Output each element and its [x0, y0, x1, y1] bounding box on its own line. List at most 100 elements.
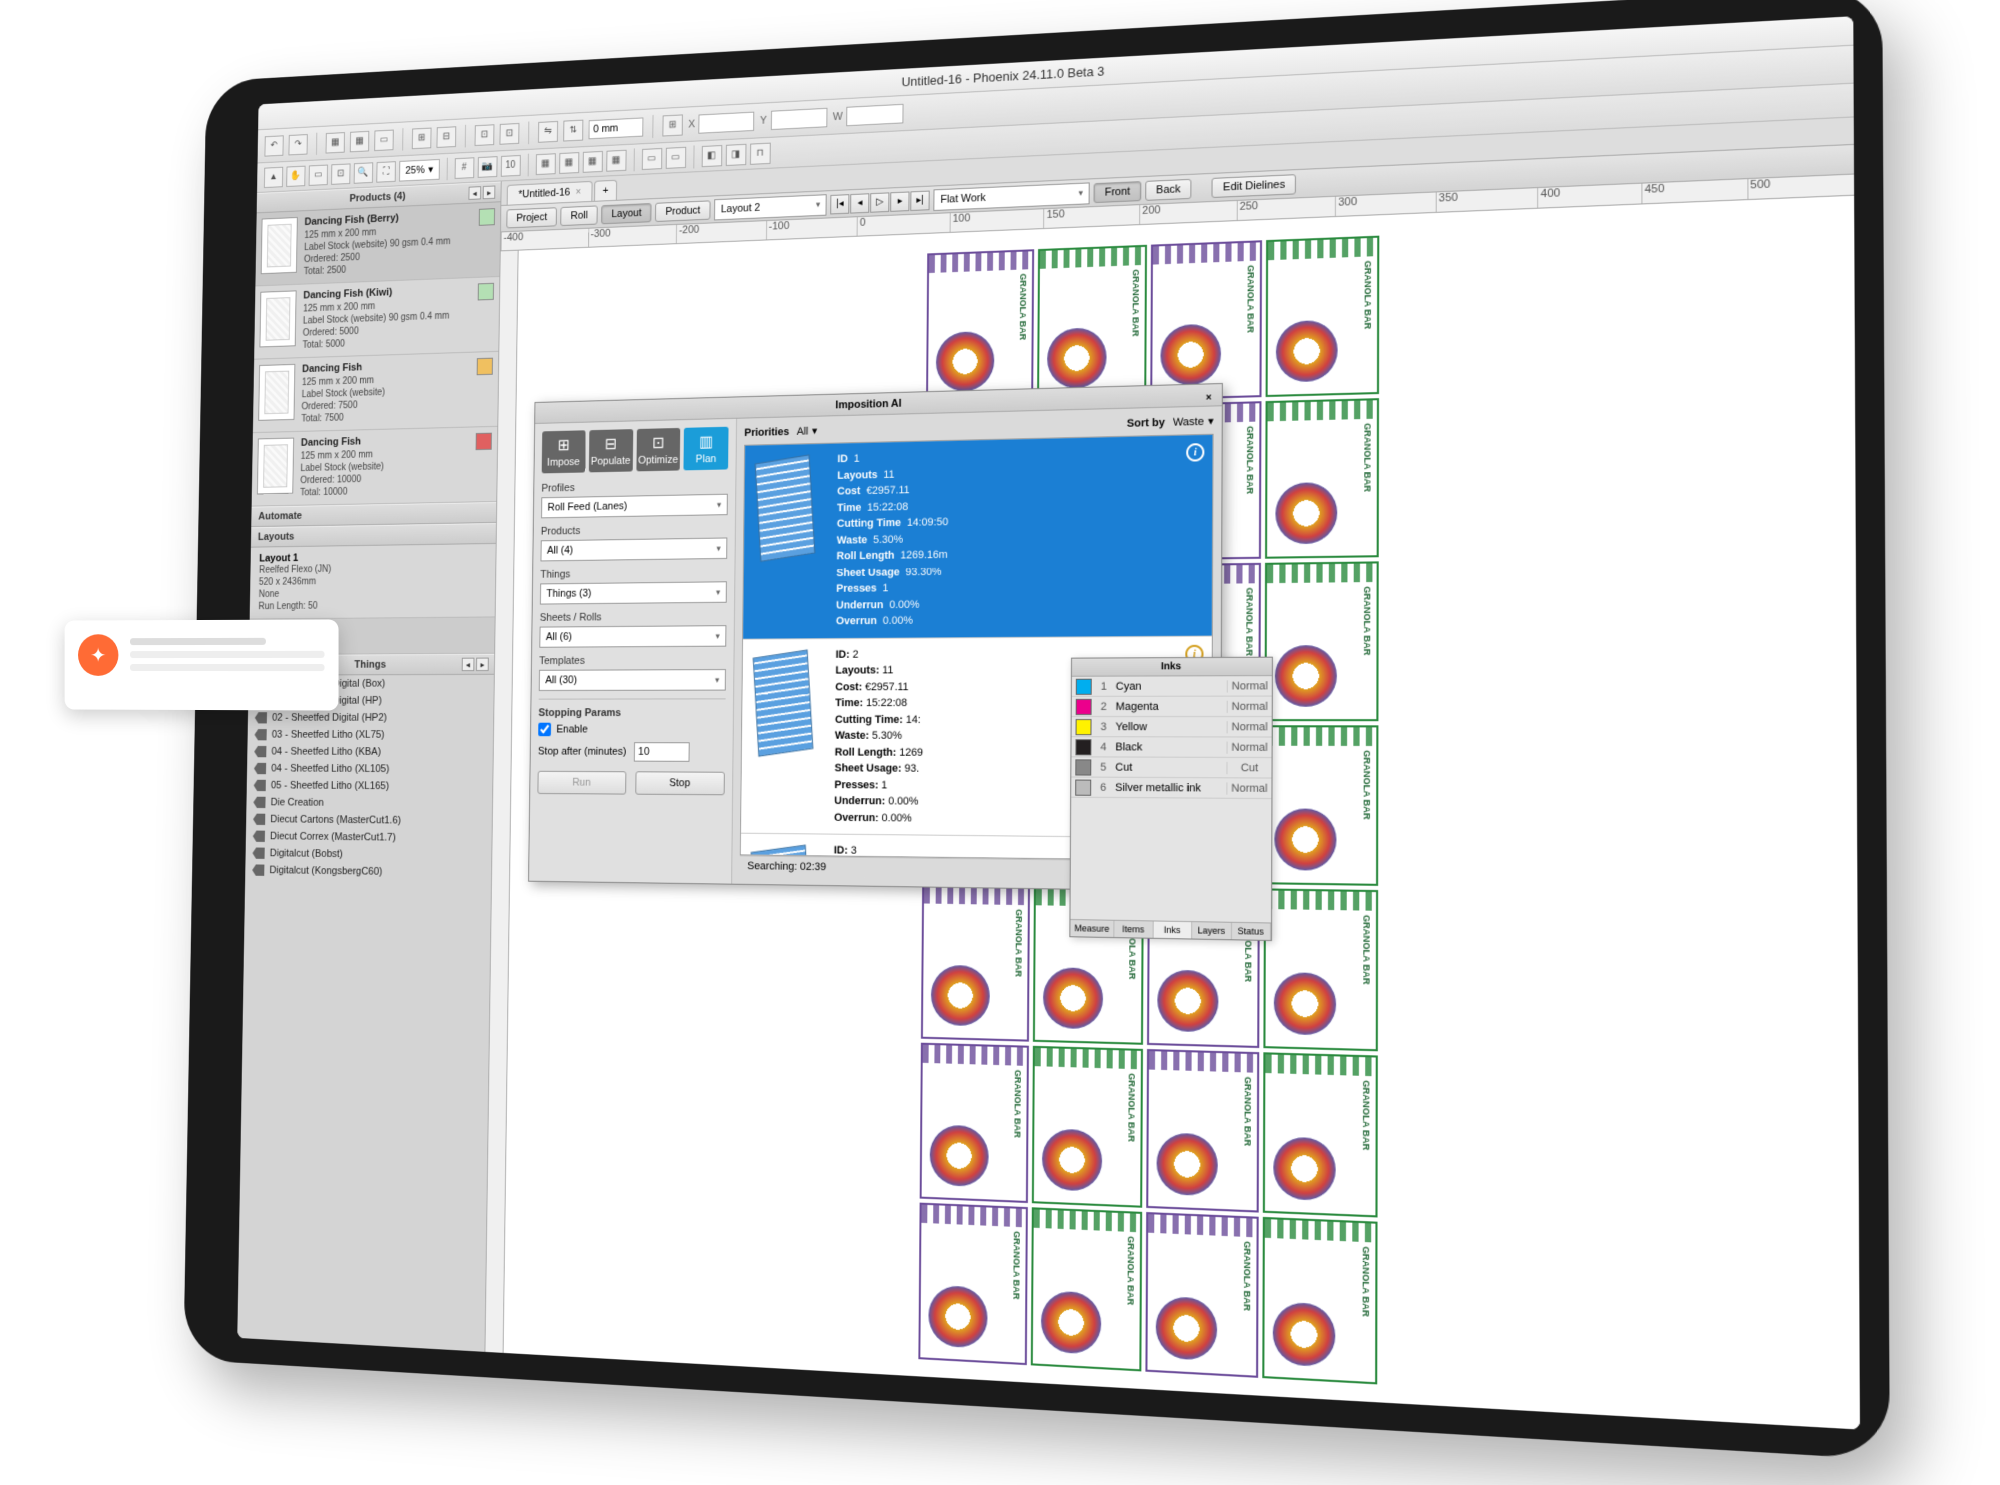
misc-icon[interactable]: ◧ — [701, 145, 722, 167]
product-button[interactable]: Product — [655, 200, 710, 222]
sortby-select[interactable]: Waste ▾ — [1173, 415, 1214, 429]
zoom-icon[interactable]: 🔍 — [354, 162, 373, 183]
layout-item[interactable]: Layout 1 Reelfed Flexo (JN) 520 x 2436mm… — [250, 544, 496, 620]
imposed-label[interactable] — [1262, 1217, 1377, 1385]
run-button[interactable]: Run — [537, 771, 625, 795]
imposed-label[interactable] — [1263, 888, 1378, 1051]
back-button[interactable]: Back — [1145, 178, 1192, 200]
snap-icon[interactable]: ⊡ — [475, 124, 495, 146]
tiles-icon[interactable]: ▦ — [582, 150, 602, 172]
imposed-label[interactable] — [921, 883, 1030, 1041]
sheets-select[interactable]: All (6) — [539, 625, 726, 648]
inks-tab-items[interactable]: Items — [1114, 921, 1153, 938]
x-input[interactable] — [699, 111, 755, 133]
imposed-label[interactable] — [1146, 1049, 1259, 1213]
product-card[interactable]: Dancing Fish (Kiwi) 125 mm x 200 mm Labe… — [254, 277, 499, 360]
optimize-mode-button[interactable]: ⊡Optimize — [636, 428, 681, 471]
imposed-label[interactable] — [1032, 1046, 1143, 1208]
panel-next-icon[interactable]: ▸ — [483, 185, 496, 199]
misc-icon[interactable]: ⊓ — [750, 142, 771, 164]
product-card[interactable]: Dancing Fish 125 mm x 200 mm Label Stock… — [253, 352, 499, 433]
imposed-label[interactable] — [1264, 725, 1378, 886]
ink-row[interactable]: 1 Cyan Normal — [1072, 676, 1272, 697]
products-select[interactable]: All (4) — [541, 537, 728, 561]
grid-tool-icon[interactable]: ▦ — [350, 130, 369, 151]
edit-dielines-button[interactable]: Edit Dielines — [1212, 174, 1297, 198]
ink-row[interactable]: 3 Yellow Normal — [1072, 717, 1272, 738]
imposed-label[interactable] — [1150, 240, 1262, 400]
thing-item[interactable]: 04 - Sheetfed Litho (XL105) — [247, 760, 493, 778]
result-item[interactable]: ID 1 Layouts 11 Cost €2957.11 Time 15:22… — [743, 435, 1212, 639]
snap-icon[interactable]: ⊡ — [500, 123, 520, 145]
first-icon[interactable]: |◂ — [830, 194, 849, 214]
notification-toast[interactable]: ✦ — [65, 619, 339, 710]
inks-tab-measure[interactable]: Measure — [1070, 920, 1114, 937]
things-select[interactable]: Things (3) — [540, 581, 727, 604]
plan-mode-button[interactable]: ▥Plan — [684, 427, 729, 471]
grid-icon[interactable]: ⊞ — [662, 114, 682, 136]
stop-after-input[interactable] — [633, 742, 689, 762]
imposed-label[interactable] — [1265, 398, 1379, 559]
close-tab-icon[interactable]: × — [576, 187, 581, 198]
thing-item[interactable]: Digitalcut (KongsbergC60) — [245, 861, 491, 882]
inks-tab-status[interactable]: Status — [1231, 923, 1271, 940]
w-input[interactable] — [846, 103, 903, 125]
badge-icon[interactable]: 10 — [500, 155, 520, 177]
profiles-select[interactable]: Roll Feed (Lanes) — [541, 494, 728, 519]
stop-button[interactable]: Stop — [635, 771, 725, 795]
pointer-icon[interactable]: ▲ — [264, 166, 283, 187]
imposed-label[interactable] — [920, 1043, 1029, 1203]
imposed-label[interactable] — [1263, 1052, 1378, 1217]
prev-icon[interactable]: ◂ — [850, 193, 869, 213]
hand-icon[interactable]: ✋ — [286, 165, 305, 186]
ink-row[interactable]: 6 Silver metallic ink Normal — [1071, 777, 1271, 799]
document-tab[interactable]: *Untitled-16× — [507, 181, 593, 205]
grid-tool-icon[interactable]: ▦ — [326, 132, 345, 153]
play-icon[interactable]: ▷ — [870, 192, 889, 212]
thing-item[interactable]: 02 - Sheetfed Digital (HP2) — [248, 709, 494, 726]
inks-tab-layers[interactable]: Layers — [1192, 922, 1231, 939]
thing-item[interactable]: 04 - Sheetfed Litho (KBA) — [247, 743, 493, 761]
offset-input[interactable] — [589, 117, 644, 139]
next-icon[interactable]: ▸ — [890, 191, 909, 211]
roll-button[interactable]: Roll — [561, 205, 598, 226]
imposed-label[interactable] — [1031, 1207, 1142, 1371]
populate-mode-button[interactable]: ⊟Populate — [589, 429, 633, 472]
camera-icon[interactable]: 📷 — [477, 156, 497, 178]
imposed-label[interactable] — [1266, 236, 1380, 397]
imposed-label[interactable] — [1145, 1212, 1258, 1378]
thing-item[interactable]: Die Creation — [246, 794, 492, 813]
product-card[interactable]: Dancing Fish 125 mm x 200 mm Label Stock… — [252, 427, 498, 507]
misc-icon[interactable]: ◨ — [725, 143, 746, 165]
layout-select[interactable]: Layout 2 — [714, 194, 827, 220]
priorities-select[interactable]: All ▾ — [797, 424, 818, 437]
thing-item[interactable]: 05 - Sheetfed Litho (XL165) — [247, 777, 493, 796]
mirror-icon[interactable]: ⇋ — [538, 120, 558, 142]
layout-button[interactable]: Layout — [601, 203, 652, 224]
zoom-select[interactable]: 25%▾ — [399, 159, 439, 182]
expand-icon[interactable]: ⛶ — [376, 161, 396, 182]
thing-item[interactable]: 03 - Sheetfed Litho (XL75) — [248, 726, 494, 744]
last-icon[interactable]: ▸| — [910, 190, 929, 210]
close-dialog-icon[interactable]: × — [1202, 387, 1216, 402]
panel-next-icon[interactable]: ▸ — [476, 658, 489, 671]
enable-checkbox[interactable]: Enable — [538, 723, 725, 737]
tiles-icon[interactable]: ▦ — [535, 153, 555, 175]
inks-tab-inks[interactable]: Inks — [1153, 921, 1192, 938]
layout-tool-icon[interactable]: ▭ — [374, 129, 394, 151]
ink-row[interactable]: 2 Magenta Normal — [1072, 697, 1272, 717]
hash-icon[interactable]: # — [454, 157, 474, 179]
crop-icon[interactable]: ⊡ — [331, 163, 350, 184]
templates-select[interactable]: All (30) — [539, 669, 726, 691]
mirror-icon[interactable]: ⇅ — [563, 119, 583, 141]
work-type-select[interactable]: Flat Work — [934, 182, 1090, 211]
rect-icon[interactable]: ▭ — [309, 164, 328, 185]
imposed-label[interactable] — [926, 249, 1034, 406]
align-icon[interactable]: ⊞ — [412, 127, 432, 149]
front-button[interactable]: Front — [1094, 181, 1141, 203]
imposed-label[interactable] — [1264, 561, 1378, 721]
sheet-icon[interactable]: ▭ — [641, 148, 661, 170]
tiles-icon[interactable]: ▦ — [559, 152, 579, 174]
project-button[interactable]: Project — [506, 207, 557, 228]
imposed-label[interactable] — [918, 1203, 1027, 1366]
